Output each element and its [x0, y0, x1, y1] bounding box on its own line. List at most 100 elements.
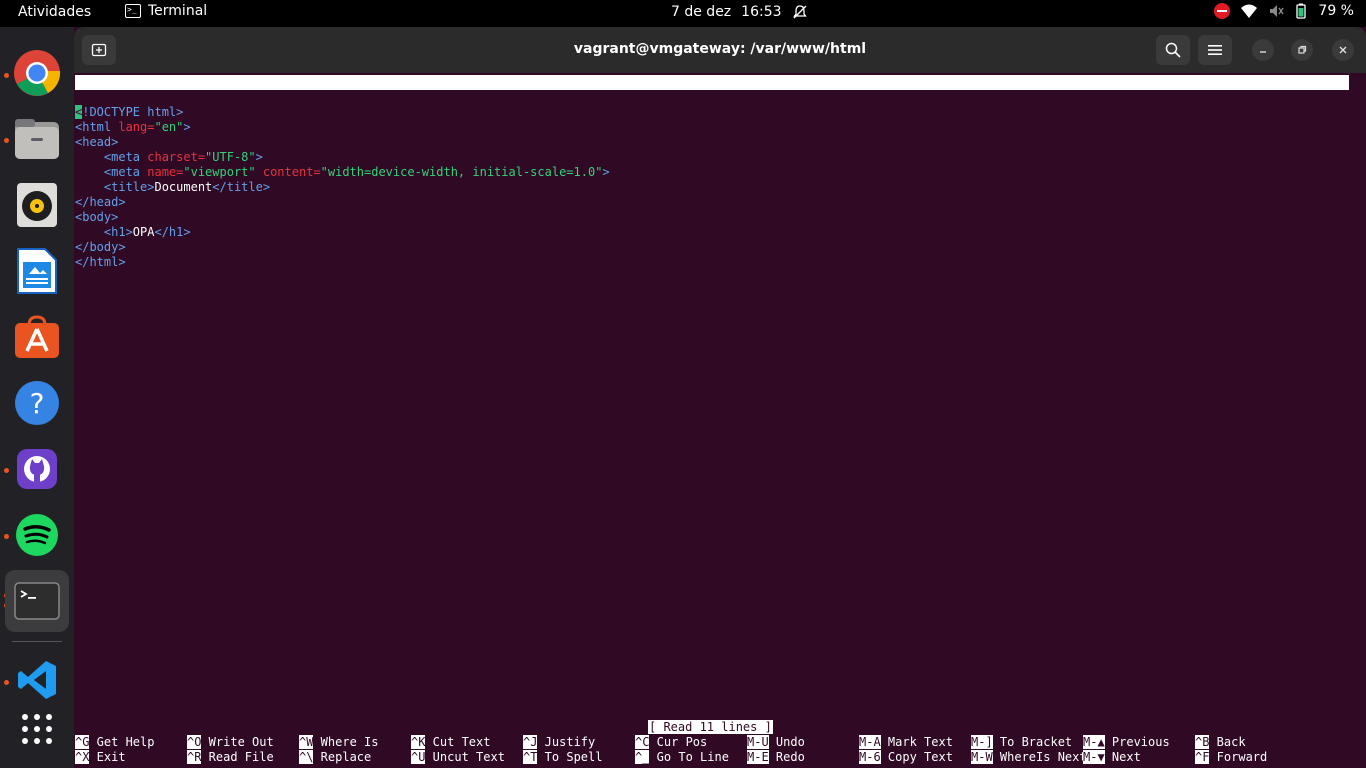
shortcut-label: Where Is: [313, 735, 379, 749]
shortcut-label: Replace: [313, 750, 372, 764]
shortcut-key: M-A: [859, 735, 881, 749]
shortcut-key: ^_: [635, 750, 650, 764]
terminal-window: vagrant@vmgateway: /var/www/html GNU nan…: [74, 27, 1366, 768]
shortcut-key: ^R: [187, 750, 202, 764]
dock-help[interactable]: ?: [11, 377, 63, 429]
github-icon: [17, 449, 57, 489]
code-line[interactable]: <body>: [75, 210, 610, 225]
shortcut-item[interactable]: M-A Mark Text: [859, 735, 953, 750]
shortcut-label: WhereIs Next: [992, 750, 1087, 764]
dock-writer[interactable]: [11, 245, 63, 297]
shortcut-key: ^B: [1195, 735, 1210, 749]
code-line[interactable]: </head>: [75, 195, 610, 210]
code-token: <h1>: [75, 225, 133, 239]
shortcut-item[interactable]: ^W Where Is: [299, 735, 378, 750]
shortcut-item[interactable]: ^G Get Help: [75, 735, 154, 750]
shortcut-item[interactable]: ^_ Go To Line: [635, 750, 729, 765]
maximize-button[interactable]: [1291, 39, 1313, 61]
shortcut-item[interactable]: ^B Back: [1195, 735, 1246, 750]
shortcut-label: Next: [1104, 750, 1141, 764]
shortcut-item[interactable]: ^X Exit: [75, 750, 126, 765]
hamburger-menu-icon: [1208, 45, 1222, 55]
terminal-icon: [14, 582, 60, 620]
code-token: "viewport": [183, 165, 263, 179]
writer-document-icon: [17, 248, 57, 294]
spotify-icon: [16, 514, 58, 556]
shortcut-item[interactable]: ^T To Spell: [523, 750, 602, 765]
shortcut-item[interactable]: ^F Forward: [1195, 750, 1267, 765]
code-line[interactable]: <html lang="en">: [75, 120, 610, 135]
show-applications-button[interactable]: [11, 703, 63, 755]
code-line[interactable]: </html>: [75, 255, 610, 270]
shortcut-item[interactable]: ^R Read File: [187, 750, 274, 765]
nano-shortcut-bar: ^G Get Help ^O Write Out ^W Where Is ^K Cut…: [75, 735, 1366, 765]
shortcut-key: ^\: [299, 750, 314, 764]
clock[interactable]: 7 de dez 16:53: [671, 4, 808, 20]
shortcut-item[interactable]: ^O Write Out: [187, 735, 274, 750]
shortcut-item[interactable]: ^U Uncut Text: [411, 750, 505, 765]
app-menu[interactable]: >_ Terminal: [125, 3, 207, 19]
date-label: 7 de dez: [671, 4, 732, 20]
nano-title-bar: GNU nano 2.9.3 /var/www/html/index.html: [75, 75, 1349, 119]
top-bar: Atividades >_ Terminal 7 de dez 16:53 79…: [0, 0, 1366, 27]
code-line[interactable]: <head>: [75, 135, 610, 150]
dock-software[interactable]: [11, 311, 63, 363]
dock-rhythmbox[interactable]: [11, 179, 63, 231]
rhythmbox-icon: [17, 183, 57, 227]
search-button[interactable]: [1156, 35, 1190, 65]
shortcut-item[interactable]: M-W WhereIs Next: [971, 750, 1087, 765]
shortcut-item[interactable]: M-▲ Previous: [1083, 735, 1170, 750]
code-line[interactable]: <meta charset="UTF-8">: [75, 150, 610, 165]
shortcut-item[interactable]: ^\ Replace: [299, 750, 371, 765]
nano-version: GNU nano 2.9.3: [89, 90, 191, 104]
notifications-muted-icon: [792, 5, 807, 19]
code-token: <html: [75, 120, 119, 134]
close-button[interactable]: [1332, 39, 1354, 61]
shortcut-item[interactable]: ^K Cut Text: [411, 735, 490, 750]
dock-github[interactable]: [11, 443, 63, 495]
dock-vscode[interactable]: [11, 654, 63, 706]
time-label: 16:53: [741, 4, 782, 20]
wifi-icon: [1241, 4, 1258, 18]
shortcut-label: Go To Line: [649, 750, 729, 764]
terminal-content[interactable]: GNU nano 2.9.3 /var/www/html/index.html …: [74, 73, 1366, 768]
code-line[interactable]: <meta name="viewport" content="width=dev…: [75, 165, 610, 180]
shortcut-label: Write Out: [201, 735, 274, 749]
shortcut-key: ^W: [299, 735, 314, 749]
shortcut-item[interactable]: M-▼ Next: [1083, 750, 1141, 765]
system-tray[interactable]: 79 %: [1214, 3, 1354, 19]
shortcut-label: Previous: [1104, 735, 1170, 749]
shortcut-label: Get Help: [89, 735, 155, 749]
dock-spotify[interactable]: [11, 509, 63, 561]
shortcut-label: Copy Text: [880, 750, 953, 764]
running-indicator: [4, 73, 9, 78]
shortcut-label: Cur Pos: [649, 735, 708, 749]
restore-icon: [1298, 45, 1307, 54]
shortcut-item[interactable]: M-U Undo: [747, 735, 805, 750]
code-line[interactable]: <h1>OPA</h1>: [75, 225, 610, 240]
menu-button[interactable]: [1198, 35, 1232, 65]
shortcut-item[interactable]: M-] To Bracket: [971, 735, 1072, 750]
code-line[interactable]: <!DOCTYPE html>: [75, 105, 610, 120]
code-line[interactable]: <title>Document</title>: [75, 180, 610, 195]
shortcut-key: ^C: [635, 735, 650, 749]
code-token: >: [183, 120, 191, 134]
shortcut-item[interactable]: ^C Cur Pos: [635, 735, 707, 750]
shortcut-item[interactable]: M-6 Copy Text: [859, 750, 953, 765]
dock-terminal[interactable]: [5, 570, 69, 632]
code-token: </body>: [75, 240, 126, 254]
editor-buffer[interactable]: <!DOCTYPE html> <html lang="en"> <head> <m…: [75, 105, 610, 270]
shortcut-item[interactable]: ^J Justify: [523, 735, 595, 750]
dock-files[interactable]: [11, 113, 63, 165]
minimize-button[interactable]: [1252, 39, 1274, 61]
dock-chrome[interactable]: [11, 47, 63, 99]
code-line[interactable]: </body>: [75, 240, 610, 255]
shortcut-key: M-▼: [1083, 750, 1105, 764]
close-icon: [1339, 46, 1347, 54]
shortcut-label: Undo: [768, 735, 805, 749]
running-indicator: [4, 468, 9, 473]
activities-button[interactable]: Atividades: [18, 4, 91, 20]
window-header-bar[interactable]: vagrant@vmgateway: /var/www/html: [74, 27, 1366, 73]
shortcut-item[interactable]: M-E Redo: [747, 750, 805, 765]
chrome-icon: [14, 50, 61, 96]
